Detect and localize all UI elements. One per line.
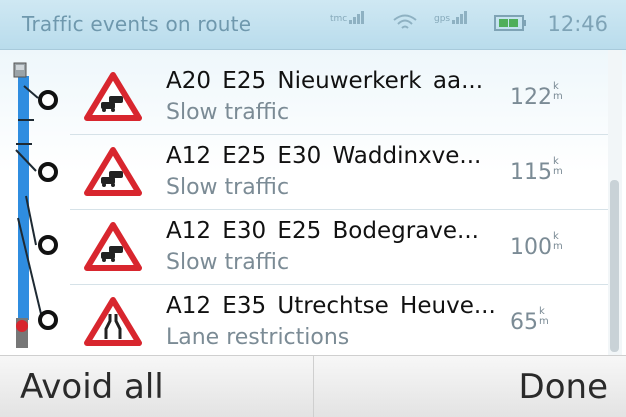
event-road-name: A12 E30 E25 Bodegrave... (166, 218, 479, 244)
road-narrows-warning-icon (84, 297, 142, 346)
tmc-label: tmc (330, 14, 348, 24)
avoid-all-button[interactable]: Avoid all (0, 356, 313, 417)
traffic-event-row-1[interactable]: A20 E25 Nieuwerkerk aa... Slow traffic 1… (70, 60, 610, 135)
status-header: Traffic events on route tmc gps 12:46 (0, 0, 626, 50)
event-marker-icon (38, 90, 58, 110)
page-title: Traffic events on route (22, 12, 252, 36)
event-type: Slow traffic (166, 100, 290, 125)
gps-label: gps (434, 14, 451, 24)
event-type: Slow traffic (166, 175, 290, 200)
gps-signal-indicator: gps (434, 10, 468, 24)
event-distance: 65 k m (510, 306, 549, 336)
signal-bars-icon (349, 10, 365, 24)
route-progress-rail (13, 62, 58, 348)
traffic-events-list: A20 E25 Nieuwerkerk aa... Slow traffic 1… (0, 50, 626, 355)
traffic-events-screen: Traffic events on route tmc gps 12:46 A2… (0, 0, 626, 417)
event-road-name: A20 E25 Nieuwerkerk aa... (166, 68, 484, 94)
traffic-event-row-2[interactable]: A12 E25 E30 Waddinxve... Slow traffic 11… (70, 135, 610, 210)
event-marker-icon (38, 162, 58, 182)
tmc-signal-indicator: tmc (330, 10, 365, 24)
event-distance: 115 k m (510, 156, 563, 186)
bottom-button-bar: Avoid all Done (0, 355, 626, 417)
traffic-event-row-4[interactable]: A12 E35 Utrechtse Heuve... Lane restrict… (70, 285, 610, 360)
traffic-jam-warning-icon (84, 222, 142, 271)
event-distance: 100 k m (510, 231, 563, 261)
traffic-event-row-3[interactable]: A12 E30 E25 Bodegrave... Slow traffic 10… (70, 210, 610, 285)
list-scrollbar[interactable] (608, 50, 622, 355)
wifi-icon (393, 14, 417, 29)
event-marker-icon (38, 235, 58, 255)
event-marker-icon (38, 310, 58, 330)
clock-time: 12:46 (547, 12, 608, 36)
traffic-jam-warning-icon (84, 147, 142, 196)
event-distance: 122 k m (510, 81, 563, 111)
event-road-name: A12 E25 E30 Waddinxve... (166, 143, 482, 169)
event-type: Slow traffic (166, 250, 290, 275)
done-button[interactable]: Done (313, 356, 626, 417)
event-road-name: A12 E35 Utrechtse Heuve... (166, 293, 496, 319)
scrollbar-thumb[interactable] (610, 180, 619, 352)
event-type: Lane restrictions (166, 325, 350, 350)
traffic-jam-warning-icon (84, 72, 142, 121)
gps-bars-icon (452, 10, 468, 24)
battery-icon (494, 15, 526, 31)
